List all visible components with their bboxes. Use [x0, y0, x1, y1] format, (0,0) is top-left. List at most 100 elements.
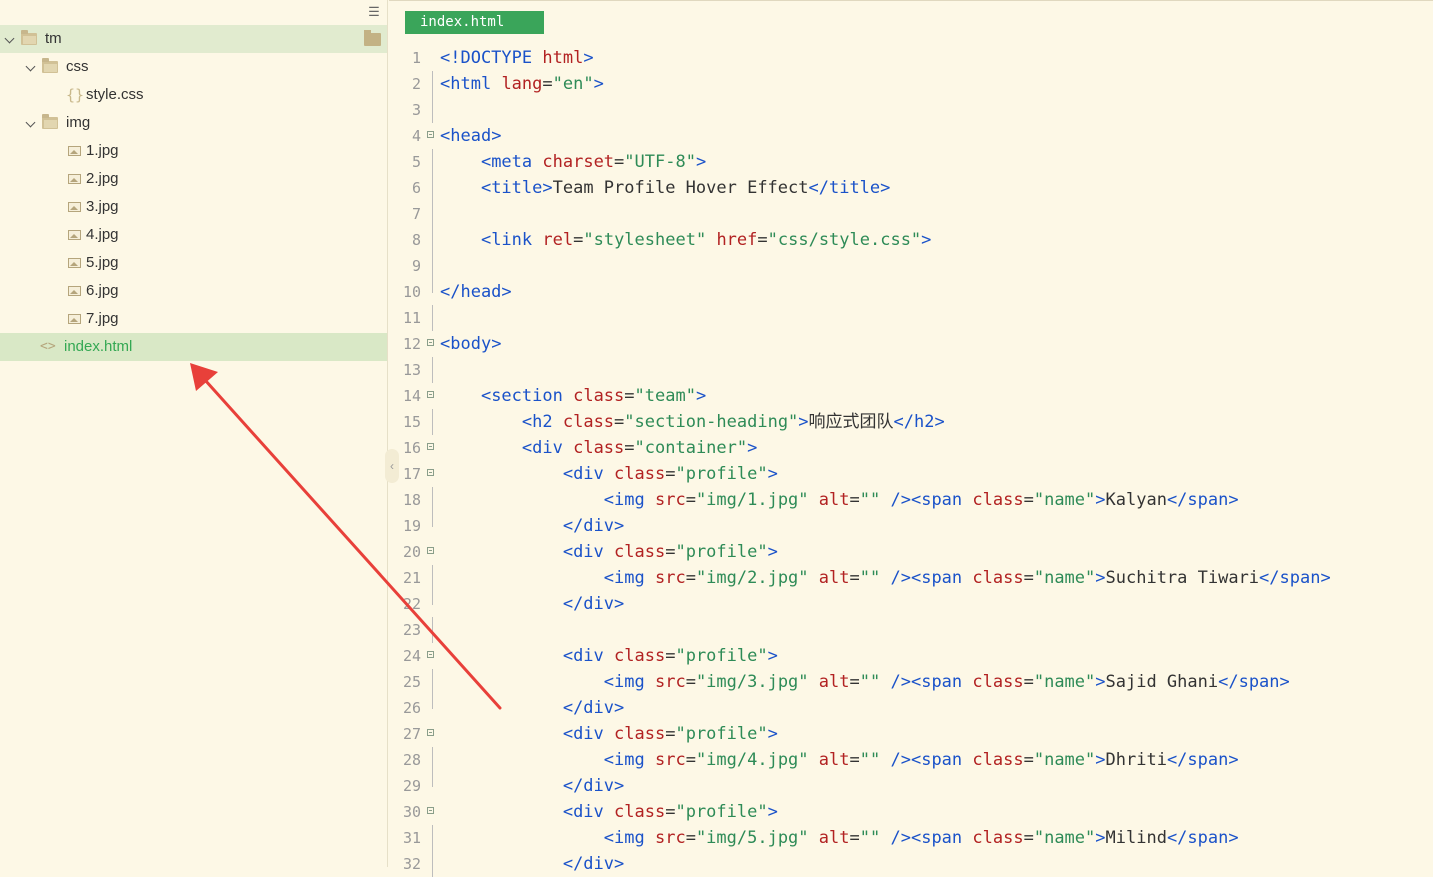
code-line[interactable]: 24 <div class="profile">	[389, 643, 1433, 669]
tree-item-2-jpg[interactable]: 2.jpg	[0, 165, 387, 193]
code-line[interactable]: 13	[389, 357, 1433, 383]
tree-item-label: tm	[45, 30, 62, 47]
code-line[interactable]: 28 <img src="img/4.jpg" alt="" /><span c…	[389, 747, 1433, 773]
css-file-icon: {}	[66, 86, 85, 104]
code-text: <img src="img/1.jpg" alt="" /><span clas…	[603, 490, 1239, 510]
line-number: 7	[411, 205, 421, 223]
code-text: </div>	[562, 516, 625, 536]
line-number: 5	[411, 153, 421, 171]
code-line[interactable]: 18 <img src="img/1.jpg" alt="" /><span c…	[389, 487, 1433, 513]
code-line[interactable]: 26 </div>	[389, 695, 1433, 721]
chevron-down-icon[interactable]	[4, 33, 15, 44]
fold-guide	[432, 71, 433, 97]
fold-toggle-icon[interactable]	[427, 807, 434, 814]
code-line[interactable]: 22 </div>	[389, 591, 1433, 617]
tree-item-img[interactable]: img	[0, 109, 387, 137]
code-line[interactable]: 7	[389, 201, 1433, 227]
code-line[interactable]: 10 </head>	[389, 279, 1433, 305]
code-line[interactable]: 11	[389, 305, 1433, 331]
code-line[interactable]: 25 <img src="img/3.jpg" alt="" /><span c…	[389, 669, 1433, 695]
code-line[interactable]: 16 <div class="container">	[389, 435, 1433, 461]
fold-guide	[432, 747, 433, 773]
code-line[interactable]: 21 <img src="img/2.jpg" alt="" /><span c…	[389, 565, 1433, 591]
code-line[interactable]: 30 <div class="profile">	[389, 799, 1433, 825]
fold-guide	[432, 825, 433, 851]
line-number: 6	[411, 179, 421, 197]
chevron-down-icon[interactable]	[25, 61, 36, 72]
line-number: 15	[402, 413, 421, 431]
code-line[interactable]: 17 <div class="profile">	[389, 461, 1433, 487]
code-line[interactable]: 15 <h2 class="section-heading">响应式团队</h2…	[389, 409, 1433, 435]
tree-item-style-css[interactable]: {} style.css	[0, 81, 387, 109]
code-line[interactable]: 32 </div>	[389, 851, 1433, 877]
code-text: <img src="img/2.jpg" alt="" /><span clas…	[603, 568, 1331, 588]
code-line[interactable]: 1 <!DOCTYPE html>	[389, 45, 1433, 71]
tree-item-label: 5.jpg	[86, 254, 119, 271]
code-line[interactable]: 19 </div>	[389, 513, 1433, 539]
line-number: 13	[402, 361, 421, 379]
tree-item-label: 4.jpg	[86, 226, 119, 243]
fold-guide	[432, 357, 433, 383]
code-line[interactable]: 3	[389, 97, 1433, 123]
code-line[interactable]: 29 </div>	[389, 773, 1433, 799]
code-line[interactable]: 12 <body>	[389, 331, 1433, 357]
fold-guide	[432, 487, 433, 513]
html-file-icon: <>	[40, 339, 56, 354]
tree-item-3-jpg[interactable]: 3.jpg	[0, 193, 387, 221]
fold-guide	[432, 201, 433, 227]
code-line[interactable]: 6 <title>Team Profile Hover Effect</titl…	[389, 175, 1433, 201]
fold-toggle-icon[interactable]	[427, 651, 434, 658]
code-line[interactable]: 27 <div class="profile">	[389, 721, 1433, 747]
code-area[interactable]: 1 <!DOCTYPE html> 2 <html lang="en"> 3 4 <head…	[389, 45, 1433, 877]
code-text: </div>	[562, 854, 625, 874]
tree-item-css[interactable]: css	[0, 53, 387, 81]
fold-guide	[432, 409, 433, 435]
line-number: 2	[411, 75, 421, 93]
line-number: 4	[411, 127, 421, 145]
code-text: <body>	[440, 334, 502, 354]
code-line[interactable]: 5 <meta charset="UTF-8">	[389, 149, 1433, 175]
tree-item-5-jpg[interactable]: 5.jpg	[0, 249, 387, 277]
chevron-down-icon[interactable]	[25, 117, 36, 128]
code-text: <div class="profile">	[562, 542, 778, 562]
folder-open-icon	[21, 30, 37, 45]
code-text: <div class="profile">	[562, 646, 778, 666]
code-line[interactable]: 4 <head>	[389, 123, 1433, 149]
fold-toggle-icon[interactable]	[427, 443, 434, 450]
menu-icon[interactable]: ☰	[368, 5, 380, 18]
tab-index-html[interactable]: index.html	[405, 11, 544, 34]
tree-item-7-jpg[interactable]: 7.jpg	[0, 305, 387, 333]
code-line[interactable]: 8 <link rel="stylesheet" href="css/style…	[389, 227, 1433, 253]
fold-toggle-icon[interactable]	[427, 729, 434, 736]
line-number: 3	[411, 101, 421, 119]
code-line[interactable]: 9	[389, 253, 1433, 279]
fold-guide	[432, 565, 433, 591]
code-line[interactable]: 14 <section class="team">	[389, 383, 1433, 409]
tree-item-4-jpg[interactable]: 4.jpg	[0, 221, 387, 249]
tree-item-1-jpg[interactable]: 1.jpg	[0, 137, 387, 165]
fold-guide	[432, 279, 433, 293]
code-line[interactable]: 20 <div class="profile">	[389, 539, 1433, 565]
tree-item-index-html[interactable]: <> index.html	[0, 333, 387, 361]
fold-toggle-icon[interactable]	[427, 131, 434, 138]
code-text: </div>	[562, 594, 625, 614]
fold-toggle-icon[interactable]	[427, 339, 434, 346]
tree-item-tm[interactable]: tm	[0, 25, 387, 53]
code-editor[interactable]: index.html ‹ 1 <!DOCTYPE html> 2 <html lang…	[385, 0, 1433, 877]
folder-icon[interactable]	[364, 30, 381, 46]
fold-guide	[432, 253, 433, 279]
tree-item-label: 3.jpg	[86, 198, 119, 215]
fold-toggle-icon[interactable]	[427, 391, 434, 398]
code-line[interactable]: 23	[389, 617, 1433, 643]
code-line[interactable]: 2 <html lang="en">	[389, 71, 1433, 97]
image-file-icon	[68, 258, 81, 268]
tree-item-label: style.css	[86, 86, 144, 103]
tree-item-label: 2.jpg	[86, 170, 119, 187]
code-line[interactable]: 31 <img src="img/5.jpg" alt="" /><span c…	[389, 825, 1433, 851]
tree-item-6-jpg[interactable]: 6.jpg	[0, 277, 387, 305]
line-number: 12	[402, 335, 421, 353]
fold-toggle-icon[interactable]	[427, 547, 434, 554]
fold-toggle-icon[interactable]	[427, 469, 434, 476]
image-file-icon	[68, 174, 81, 184]
line-number: 8	[411, 231, 421, 249]
